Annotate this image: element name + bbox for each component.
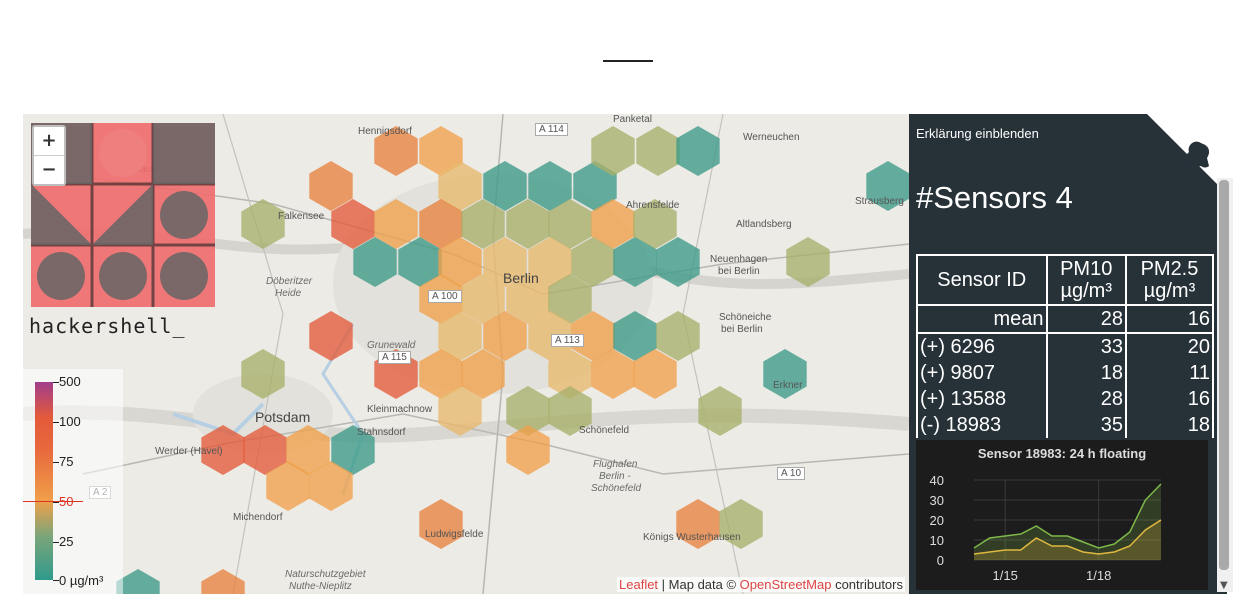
- leaflet-link[interactable]: Leaflet: [619, 577, 658, 592]
- place-label: Naturschutzgebiet: [285, 569, 366, 580]
- legend-label-100: 100: [59, 414, 81, 429]
- place-label: Königs Wusterhausen: [643, 532, 741, 543]
- place-label: Schönefeld: [591, 483, 642, 494]
- map-attribution: Leaflet | Map data © OpenStreetMap contr…: [617, 577, 905, 592]
- attribution-separator: | Map data ©: [658, 577, 740, 592]
- pollution-map[interactable]: + − hackershell_ Hennigsdorf Panketal Wern…: [23, 114, 909, 594]
- chart-ytick-label: 10: [930, 533, 944, 548]
- table-row[interactable]: (+) 13588 28 16: [916, 386, 1215, 412]
- mean-pm25: 16: [1124, 305, 1215, 334]
- legend-label-500: 500: [59, 374, 81, 389]
- legend-label-75: 75: [59, 454, 74, 469]
- zoom-control: + −: [32, 125, 66, 186]
- sensor-table: Sensor ID PM10 µg/m³ PM2.5 µg/m³ mean 28 1…: [916, 254, 1215, 438]
- header-divider: [603, 60, 653, 62]
- sensor-count-title: #Sensors 4: [916, 180, 1073, 215]
- place-label: Grunewald: [367, 340, 416, 351]
- logo-wordmark: hackershell_: [29, 314, 186, 338]
- road-shield: A 113: [551, 334, 584, 347]
- sensor-sidebar: Erklärung einblenden #Sensors 4 Sensor I…: [909, 114, 1227, 594]
- place-label: Kleinmachnow: [367, 404, 433, 415]
- place-label: Flughafen: [593, 459, 638, 470]
- attribution-suffix: contributors: [831, 577, 903, 592]
- place-label: bei Berlin: [718, 266, 760, 277]
- openstreetmap-link[interactable]: OpenStreetMap: [740, 577, 832, 592]
- place-label: Döberitzer: [266, 276, 313, 287]
- place-label: Michendorf: [233, 512, 283, 523]
- place-label: Strausberg: [855, 196, 904, 207]
- toggle-explanation-link[interactable]: Erklärung einblenden: [916, 126, 1039, 141]
- scrollbar-thumb[interactable]: [1219, 180, 1229, 570]
- road-shield: A 115: [378, 351, 411, 364]
- sensor-pm25: 11: [1124, 360, 1215, 386]
- place-label: Stahnsdorf: [357, 427, 406, 438]
- place-label: Altlandsberg: [736, 219, 792, 230]
- legend-color-scale: [35, 382, 53, 580]
- place-label: Ludwigsfelde: [425, 529, 484, 540]
- place-label: bei Berlin: [721, 324, 763, 335]
- mean-label: mean: [916, 305, 1048, 334]
- col-pm25: PM2.5 µg/m³: [1124, 254, 1215, 306]
- col-sensor-id: Sensor ID: [916, 254, 1048, 306]
- sensor-pm25: 18: [1124, 412, 1215, 438]
- sensor-id[interactable]: (+) 13588: [916, 386, 1048, 412]
- table-row[interactable]: (-) 18983 35 18: [916, 412, 1215, 438]
- col-pm10: PM10 µg/m³: [1045, 254, 1127, 306]
- legend-label-0: 0 µg/m³: [59, 573, 104, 588]
- pm-legend: 500 100 75 50 25 0 µg/m³: [23, 369, 123, 594]
- sensor-id[interactable]: (+) 6296: [916, 333, 1048, 360]
- place-label: Panketal: [613, 114, 652, 125]
- github-corner-icon[interactable]: [1147, 114, 1227, 194]
- sensor-pm10: 28: [1045, 386, 1127, 412]
- chart-ytick-label: 0: [937, 553, 944, 568]
- chart-xtick-label: 1/15: [993, 568, 1018, 583]
- chart-ytick-label: 30: [930, 493, 944, 508]
- sensor-pm25: 20: [1124, 333, 1215, 360]
- place-label: Heide: [275, 288, 302, 299]
- sensor-id[interactable]: (+) 9807: [916, 360, 1048, 386]
- chart-ytick-label: 40: [930, 473, 944, 488]
- sensor-pm10: 18: [1045, 360, 1127, 386]
- sensor-pm10: 35: [1045, 412, 1127, 438]
- road-shield: A 100: [428, 290, 462, 303]
- legend-label-50: 50: [59, 494, 74, 509]
- chart-ytick-label: 20: [930, 513, 944, 528]
- zoom-out-button[interactable]: −: [34, 155, 64, 184]
- scroll-down-icon[interactable]: ▼: [1220, 580, 1228, 591]
- sensor-id[interactable]: (-) 18983: [916, 412, 1048, 438]
- table-row[interactable]: (+) 9807 18 11: [916, 360, 1215, 386]
- zoom-in-button[interactable]: +: [34, 127, 64, 155]
- road-shield: A 114: [535, 123, 568, 136]
- place-label: Schönefeld: [579, 425, 630, 436]
- place-label: Berlin: [503, 270, 539, 286]
- sidebar-scrollbar[interactable]: ▼: [1217, 178, 1233, 592]
- sensor-history-chart: Sensor 18983: 24 h floating 40 30 20 10 0 1/1…: [916, 440, 1208, 590]
- place-label: Nuthe-Nieplitz: [289, 581, 352, 592]
- place-label: Potsdam: [255, 409, 311, 425]
- sensor-pm10: 33: [1045, 333, 1127, 360]
- place-label: Ahrensfelde: [626, 200, 680, 211]
- place-label: Hennigsdorf: [358, 126, 412, 137]
- sensor-pm25: 16: [1124, 386, 1215, 412]
- place-label: Werder (Havel): [155, 446, 223, 457]
- legend-label-25: 25: [59, 534, 74, 549]
- chart-xtick-label: 1/18: [1086, 568, 1111, 583]
- chart-plot: 40 30 20 10 0 1/15 1/18: [930, 473, 1162, 583]
- mean-pm10: 28: [1045, 305, 1127, 334]
- place-label: Werneuchen: [743, 132, 800, 143]
- place-label: Falkensee: [278, 211, 325, 222]
- place-label: Neuenhagen: [710, 254, 768, 265]
- road-shield: A 10: [777, 467, 806, 480]
- place-label: Erkner: [773, 380, 803, 391]
- place-label: Schöneiche: [719, 312, 772, 323]
- table-row[interactable]: (+) 6296 33 20: [916, 333, 1215, 360]
- chart-title: Sensor 18983: 24 h floating: [977, 446, 1147, 461]
- place-label: Berlin -: [599, 471, 631, 482]
- table-row-mean: mean 28 16: [916, 305, 1215, 334]
